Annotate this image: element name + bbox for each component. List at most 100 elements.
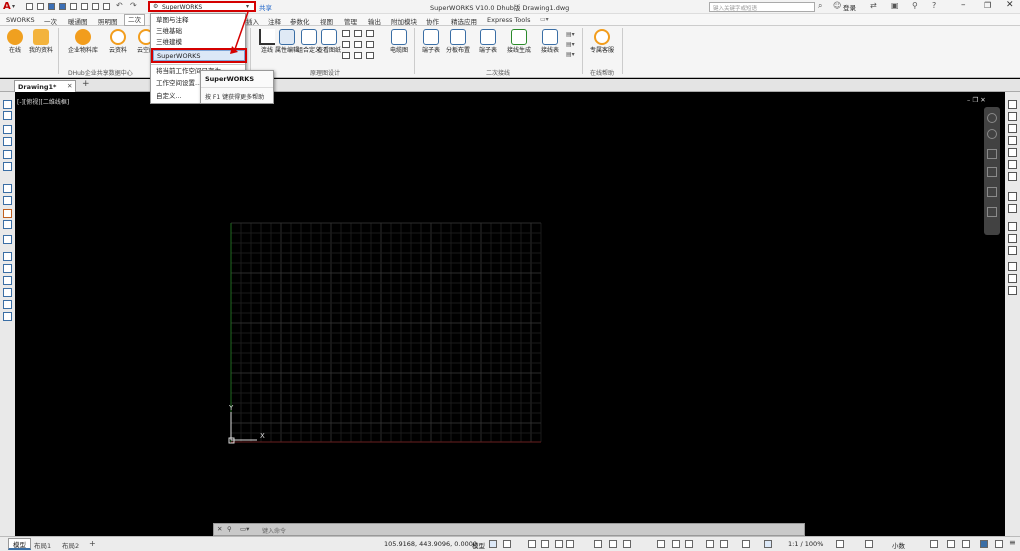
match-properties-icon[interactable] [1008,234,1017,243]
search-icon[interactable]: ⌕ [818,1,822,11]
line-icon[interactable] [3,100,12,109]
open-web-icon[interactable] [70,3,77,10]
app-menu-arrow-icon[interactable]: ▾ [12,3,15,10]
view-cube-icon[interactable] [987,113,997,123]
view-drawing-button[interactable]: 查看图纸 [317,29,341,63]
close-icon[interactable]: ✕ [1006,0,1014,10]
command-input[interactable]: 键入命令 [262,526,286,535]
explode-icon[interactable] [3,312,12,321]
search-input[interactable]: 键入关键字或短语 [709,2,815,12]
selection-cycling-icon[interactable] [657,540,665,548]
tab-secondary[interactable]: 二次 [124,14,145,26]
annotation-scale-icon[interactable] [764,540,772,548]
tool-icon[interactable] [342,41,350,48]
gizmo-icon[interactable] [720,540,728,548]
isodraft-icon[interactable] [555,540,563,548]
blocks-icon[interactable] [1008,124,1017,133]
save-as-icon[interactable] [59,3,66,10]
polar-icon[interactable] [541,540,549,548]
enterprise-library-button[interactable]: 企业物料库 [64,29,102,63]
annotation-scale[interactable]: 1:1 / 100% [788,540,823,548]
copy-icon[interactable] [3,196,12,205]
tab-view[interactable]: 视图 [320,16,333,26]
orbit-icon[interactable] [987,187,997,197]
pan-icon[interactable] [987,149,997,159]
showmotion-icon[interactable] [987,207,997,217]
command-history-icon[interactable]: ▭▾ [240,525,249,533]
stretch-icon[interactable] [3,300,12,309]
login-button[interactable]: 登录 [843,2,856,12]
markup-icon[interactable] [1008,172,1017,181]
offset-icon[interactable] [3,252,12,261]
help-icon[interactable]: ? [932,1,936,10]
lock-icon[interactable] [1008,262,1017,271]
tab-collaborate[interactable]: 协作 [426,16,439,26]
snap-icon[interactable] [503,540,511,548]
isolate-objects-icon[interactable] [962,540,970,548]
quick-properties-icon[interactable] [930,540,938,548]
external-refs-icon[interactable] [1008,222,1017,231]
calculator-icon[interactable] [1008,192,1017,201]
tab-featured[interactable]: 精选应用 [451,16,477,26]
new-tab-button[interactable]: + [82,79,90,89]
undo-icon[interactable]: ↶ [116,1,123,10]
hardware-acceleration-icon[interactable] [980,540,988,548]
tab-hvac[interactable]: 暖通图 [68,16,88,26]
save-web-icon[interactable] [81,3,88,10]
units-selector[interactable]: 小数 [892,540,905,550]
hatch-icon[interactable] [3,162,12,171]
isolate-icon[interactable] [1008,274,1017,283]
redo-icon[interactable]: ↷ [130,1,137,10]
zoom-extents-icon[interactable] [987,167,997,177]
object-snap-tracking-icon[interactable] [566,540,574,548]
settings-icon[interactable] [1008,286,1017,295]
command-settings-icon[interactable]: ⚲ [227,525,232,533]
attr-edit-button[interactable]: 属性编辑 [275,29,299,63]
circle-icon[interactable] [3,125,12,134]
app-logo[interactable]: A [3,1,11,12]
layout-tab-model[interactable]: 模型 [8,538,31,550]
model-space-toggle[interactable]: 模型 [472,540,485,550]
extend-icon[interactable] [3,220,12,229]
polyline-icon[interactable] [3,111,12,120]
command-line[interactable]: ✕ ⚲ ▭▾ 键入命令 [213,523,805,536]
plot-icon[interactable] [92,3,99,10]
new-file-icon[interactable] [26,3,33,10]
print-icon[interactable] [103,3,110,10]
my-data-button[interactable]: 我的资料 [26,29,56,63]
steering-wheel-icon[interactable] [987,129,997,139]
tool-icon[interactable] [342,52,350,59]
properties-icon[interactable] [1008,100,1017,109]
design-center-icon[interactable] [1008,136,1017,145]
wiring-generate-button[interactable]: 接线生成 [503,29,535,63]
more-tools-icon[interactable]: ▤▾ ▤▾ ▤▾ [566,30,575,60]
trim-icon[interactable] [3,209,12,218]
arc-icon[interactable] [3,137,12,146]
array-icon[interactable] [3,264,12,273]
tab-parametric[interactable]: 参数化 [290,16,310,26]
tab-addins[interactable]: 附加模块 [391,16,417,26]
tab-lighting[interactable]: 照明图 [98,16,118,26]
panel-layout-button[interactable]: 分板布置 [442,29,474,63]
tab-annotate[interactable]: 注释 [268,16,281,26]
object-snap-icon[interactable] [594,540,602,548]
move-icon[interactable] [3,184,12,193]
workspace-switch-icon[interactable] [836,540,844,548]
tab-output[interactable]: 输出 [368,16,381,26]
lock-ui-icon[interactable] [947,540,955,548]
tool-icon[interactable] [342,30,350,37]
tab-primary[interactable]: 一次 [44,16,57,26]
mirror-icon[interactable] [3,235,12,244]
sheet-set-icon[interactable] [1008,160,1017,169]
lineweight-icon[interactable] [609,540,617,548]
tool-palettes-icon[interactable] [1008,148,1017,157]
tab-sworks[interactable]: SWORKS [6,16,35,24]
cart-icon[interactable]: ▣ [891,1,899,10]
support-button[interactable]: 专属客服 [585,29,619,63]
add-layout-button[interactable]: + [89,539,96,548]
terminal-list-button[interactable]: 端子表 [473,29,503,63]
tool-icon[interactable] [366,30,374,37]
rectangle-icon[interactable] [3,150,12,159]
tool-icon[interactable] [366,41,374,48]
selection-filter-icon[interactable] [706,540,714,548]
